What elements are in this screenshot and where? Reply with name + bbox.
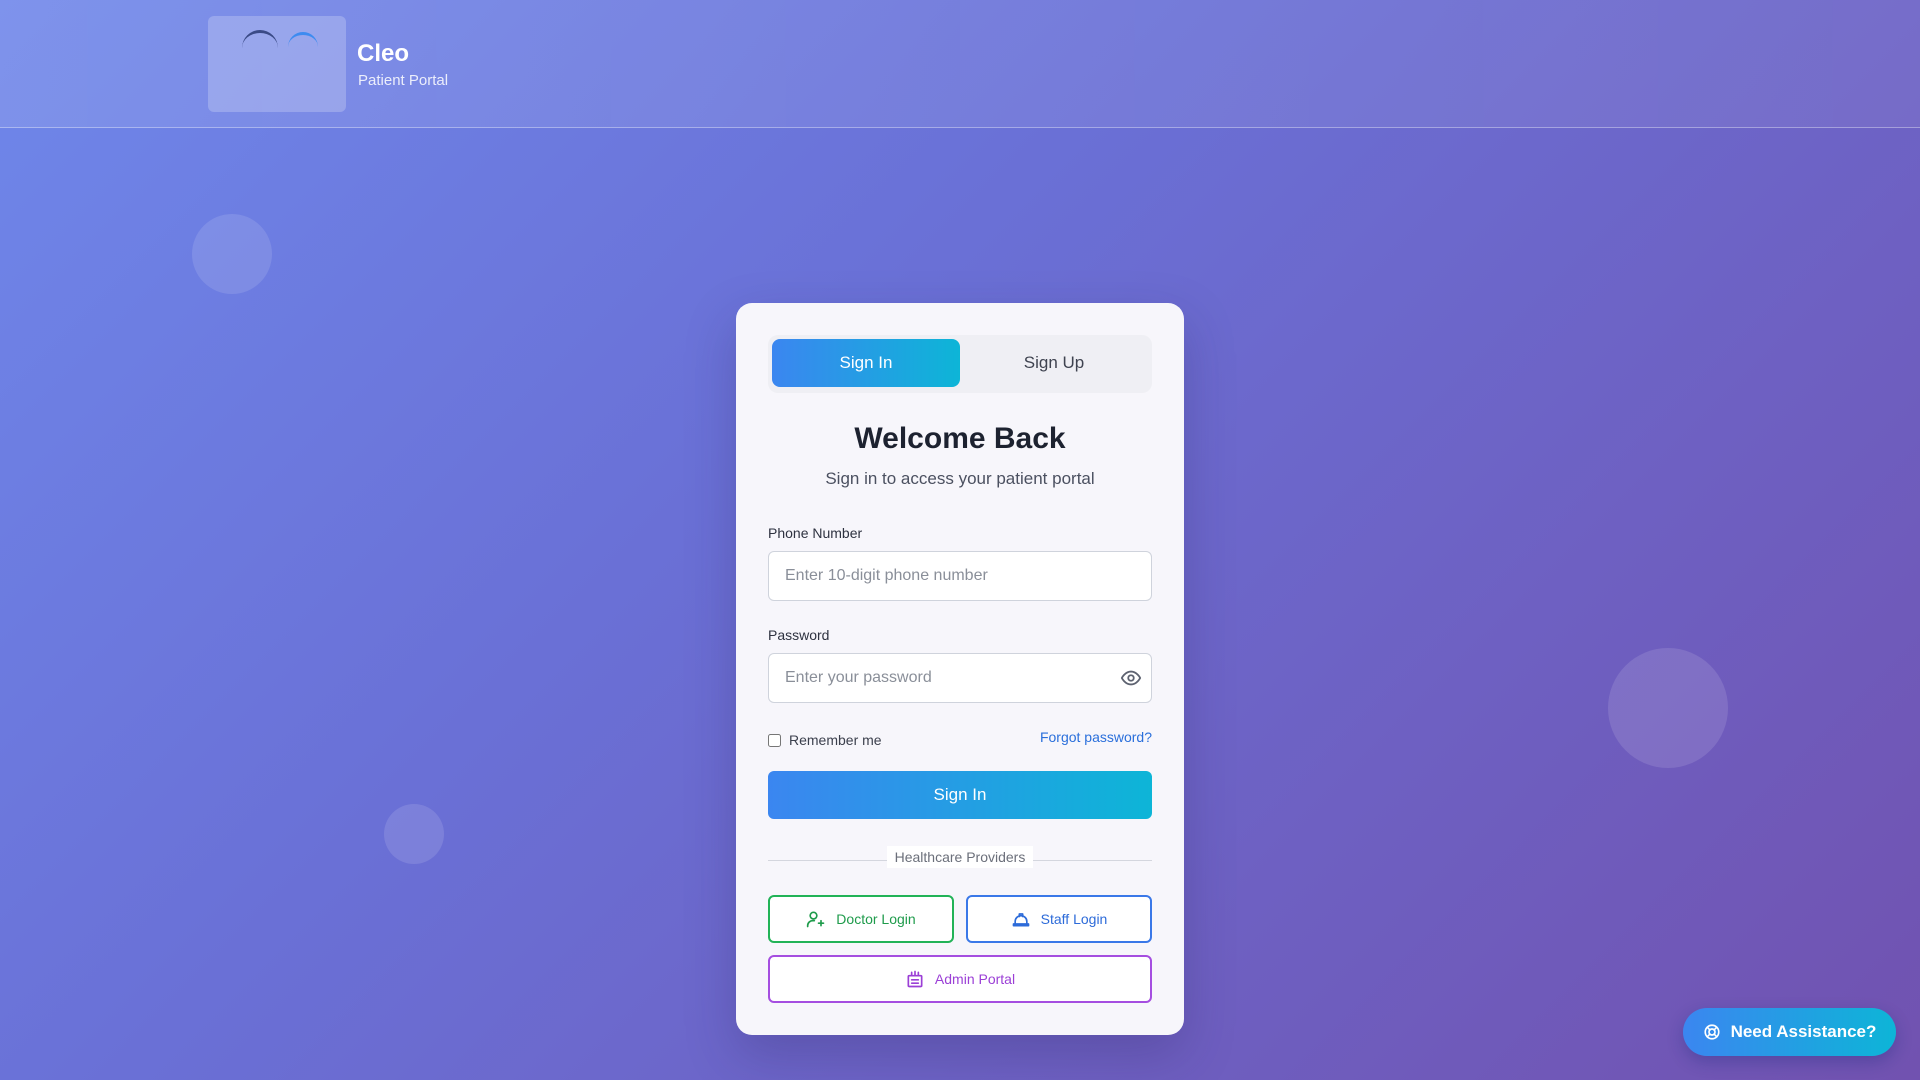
admin-portal-label: Admin Portal [934, 971, 1016, 987]
forgot-password-link[interactable]: Forgot password? [1040, 729, 1152, 745]
admin-portal-button[interactable]: Admin Portal [768, 955, 1152, 1003]
brand-name: Cleo [357, 40, 410, 67]
logo [208, 16, 346, 112]
staff-login-button[interactable]: Staff Login [966, 895, 1152, 943]
remember-me[interactable]: Remember me [768, 730, 882, 750]
phone-input[interactable] [768, 551, 1152, 601]
eye-icon[interactable] [1120, 667, 1142, 689]
doctor-login-button[interactable]: Doctor Login [768, 895, 954, 943]
need-assistance-button[interactable]: Need Assistance? [1683, 1008, 1896, 1056]
sign-in-button[interactable]: Sign In [768, 771, 1152, 819]
logo-arc-dark [242, 30, 278, 66]
brand-subtitle: Patient Portal [358, 72, 449, 89]
tab-sign-in[interactable]: Sign In [772, 339, 960, 387]
login-card: Sign In Sign Up Welcome Back Sign in to … [736, 303, 1184, 1035]
lifebuoy-icon [1704, 1024, 1720, 1040]
auth-tabs: Sign In Sign Up [768, 335, 1152, 393]
need-assistance-label: Need Assistance? [1730, 1022, 1877, 1041]
remember-checkbox[interactable] [768, 733, 781, 747]
page-title: Welcome Back [854, 422, 1066, 455]
tab-sign-up[interactable]: Sign Up [960, 339, 1148, 387]
decorative-circle [1608, 648, 1728, 768]
remember-label: Remember me [789, 732, 882, 748]
password-input[interactable] [768, 653, 1152, 703]
staff-login-label: Staff Login [1040, 911, 1108, 927]
divider: Healthcare Providers [736, 846, 1184, 868]
decorative-circle [192, 214, 272, 294]
building-icon [907, 970, 923, 988]
user-plus-icon [807, 911, 825, 928]
phone-label: Phone Number [768, 525, 863, 541]
hard-hat-icon [1012, 913, 1029, 927]
logo-arc-blue [288, 32, 318, 62]
decorative-circle [384, 804, 444, 864]
page-subtitle: Sign in to access your patient portal [825, 469, 1095, 488]
top-header: Cleo Patient Portal [0, 0, 1920, 128]
doctor-login-label: Doctor Login [836, 911, 916, 927]
password-label: Password [768, 627, 830, 643]
divider-label: Healthcare Providers [886, 846, 1034, 868]
